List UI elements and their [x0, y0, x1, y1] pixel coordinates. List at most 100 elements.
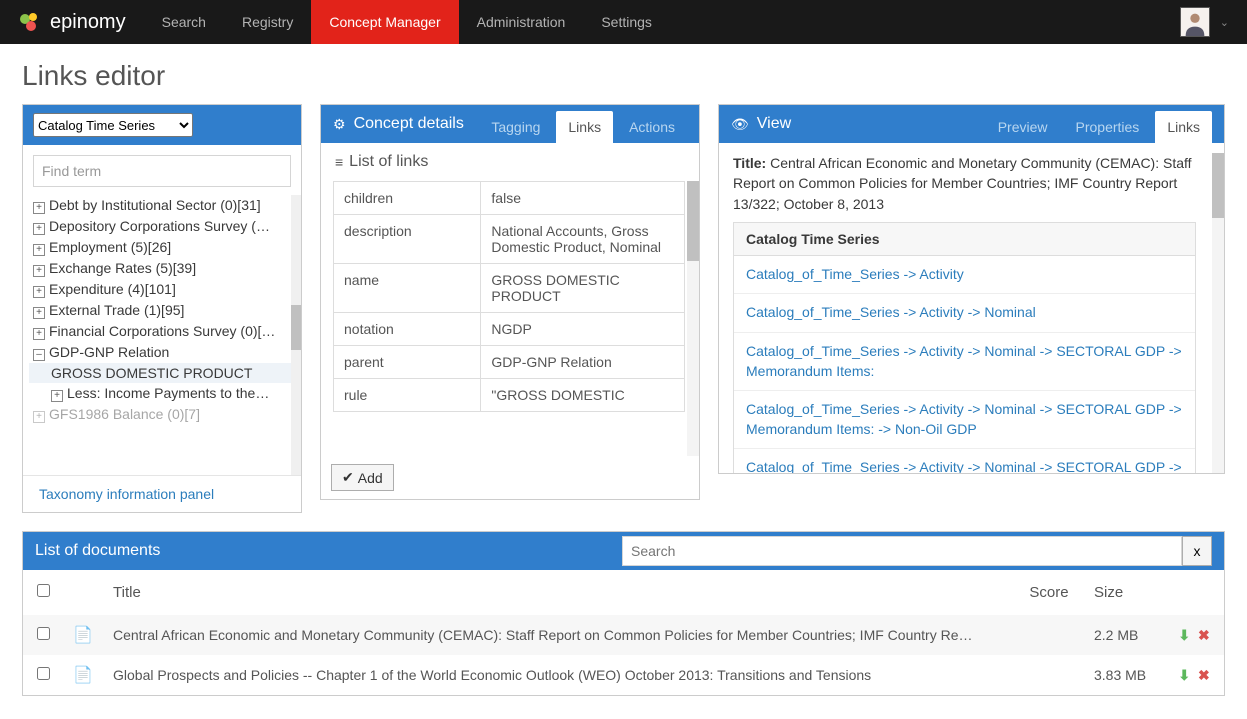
nav-settings[interactable]: Settings	[583, 0, 670, 44]
tab-tagging[interactable]: Tagging	[479, 111, 552, 143]
brand-name: epinomy	[50, 11, 126, 34]
page-title: Links editor	[0, 44, 1247, 104]
details-tabs: Tagging Links Actions	[479, 111, 687, 143]
documents-search-clear-button[interactable]: x	[1182, 536, 1212, 566]
document-row: 📄 Global Prospects and Policies -- Chapt…	[23, 655, 1224, 695]
taxonomy-tree-panel: Catalog Time Series +Debt by Institution…	[22, 104, 302, 513]
tree-node[interactable]: +Expenditure (4)[101]	[29, 279, 295, 300]
document-size: 2.2 MB	[1084, 615, 1164, 655]
tree-scrollbar-thumb[interactable]	[291, 305, 301, 350]
concept-details-header: ⚙ Concept details Tagging Links Actions	[321, 105, 699, 143]
catalog-link[interactable]: Catalog_of_Time_Series -> Activity -> No…	[734, 449, 1195, 473]
tree-node[interactable]: +Financial Corporations Survey (0)[…	[29, 321, 295, 342]
gear-icon: ⚙	[333, 116, 346, 133]
taxonomy-tree: +Debt by Institutional Sector (0)[31] +D…	[23, 195, 301, 475]
catalog-header: Catalog Time Series	[734, 223, 1195, 256]
nav-search[interactable]: Search	[144, 0, 224, 44]
tree-search-input[interactable]	[33, 155, 291, 187]
pdf-icon: 📄	[73, 627, 93, 644]
documents-search: x	[622, 536, 1212, 566]
expand-icon[interactable]: +	[33, 286, 45, 298]
user-menu[interactable]: ⌄	[1172, 0, 1247, 44]
nav-registry[interactable]: Registry	[224, 0, 311, 44]
table-row: descriptionNational Accounts, Gross Dome…	[334, 215, 685, 264]
tree-node[interactable]: +Depository Corporations Survey (…	[29, 216, 295, 237]
delete-icon[interactable]: ✖	[1198, 667, 1210, 683]
taxonomy-select[interactable]: Catalog Time Series	[33, 113, 193, 137]
tab-links[interactable]: Links	[556, 111, 613, 143]
tree-node[interactable]: +Exchange Rates (5)[39]	[29, 258, 295, 279]
add-button[interactable]: ✔ Add	[331, 464, 394, 491]
catalog-link[interactable]: Catalog_of_Time_Series -> Activity -> No…	[734, 294, 1195, 333]
nav-concept-manager[interactable]: Concept Manager	[311, 0, 458, 44]
tab-properties[interactable]: Properties	[1064, 111, 1152, 143]
view-scrollbar-thumb[interactable]	[1212, 153, 1224, 218]
delete-icon[interactable]: ✖	[1198, 627, 1210, 643]
brand[interactable]: epinomy	[0, 0, 144, 44]
catalog-link[interactable]: Catalog_of_Time_Series -> Activity -> No…	[734, 391, 1195, 449]
chevron-down-icon: ⌄	[1220, 16, 1229, 29]
nav-administration[interactable]: Administration	[459, 0, 584, 44]
table-row: rule"GROSS DOMESTIC	[334, 379, 685, 412]
tree-node[interactable]: +External Trade (1)[95]	[29, 300, 295, 321]
tree-node[interactable]: +Employment (5)[26]	[29, 237, 295, 258]
document-row: 📄 Central African Economic and Monetary …	[23, 615, 1224, 655]
documents-search-input[interactable]	[622, 536, 1182, 566]
catalog-box: Catalog Time Series Catalog_of_Time_Seri…	[733, 222, 1196, 473]
expand-icon[interactable]: +	[33, 307, 45, 319]
col-size: Size	[1084, 570, 1164, 615]
col-score: Score	[1014, 570, 1084, 615]
view-panel: 👁 View Preview Properties Links Title: C…	[718, 104, 1225, 474]
table-row: nameGROSS DOMESTIC PRODUCT	[334, 264, 685, 313]
view-body: Title: Central African Economic and Mone…	[719, 143, 1224, 473]
tab-view-links[interactable]: Links	[1155, 111, 1212, 143]
table-row: parentGDP-GNP Relation	[334, 346, 685, 379]
tree-header: Catalog Time Series	[23, 105, 301, 145]
details-scrollbar-thumb[interactable]	[687, 181, 699, 261]
view-header: 👁 View Preview Properties Links	[719, 105, 1224, 143]
tree-node[interactable]: –GDP-GNP Relation	[29, 342, 295, 363]
tab-preview[interactable]: Preview	[986, 111, 1060, 143]
download-icon[interactable]: ⬇	[1178, 667, 1190, 683]
table-row: childrenfalse	[334, 182, 685, 215]
select-all-checkbox[interactable]	[37, 584, 50, 597]
document-title[interactable]: Global Prospects and Policies -- Chapter…	[113, 667, 973, 683]
avatar	[1180, 7, 1210, 37]
add-row: ✔ Add	[321, 456, 699, 499]
brand-logo-icon	[18, 10, 42, 34]
tab-actions[interactable]: Actions	[617, 111, 687, 143]
document-score	[1014, 655, 1084, 695]
tree-node[interactable]: +Less: Income Payments to the…	[29, 383, 295, 404]
document-score	[1014, 615, 1084, 655]
catalog-link[interactable]: Catalog_of_Time_Series -> Activity -> No…	[734, 333, 1195, 391]
list-of-links-header: ≡ List of links	[321, 143, 699, 181]
download-icon[interactable]: ⬇	[1178, 627, 1190, 643]
expand-icon[interactable]: +	[33, 202, 45, 214]
row-checkbox[interactable]	[37, 667, 50, 680]
expand-icon[interactable]: +	[51, 390, 63, 402]
check-icon: ✔	[342, 469, 354, 486]
taxonomy-info-link-row: Taxonomy information panel	[23, 475, 301, 512]
expand-icon[interactable]: +	[33, 265, 45, 277]
concept-details-panel: ⚙ Concept details Tagging Links Actions …	[320, 104, 700, 500]
tree-node-selected[interactable]: GROSS DOMESTIC PRODUCT	[29, 363, 295, 383]
document-title[interactable]: Central African Economic and Monetary Co…	[113, 627, 973, 643]
collapse-icon[interactable]: –	[33, 349, 45, 361]
expand-icon[interactable]: +	[33, 411, 45, 423]
tree-search	[33, 155, 291, 187]
table-header-row: Title Score Size	[23, 570, 1224, 615]
tree-node[interactable]: +GFS1986 Balance (0)[7]	[29, 404, 295, 425]
catalog-link[interactable]: Catalog_of_Time_Series -> Activity	[734, 256, 1195, 295]
row-checkbox[interactable]	[37, 627, 50, 640]
main-nav: Search Registry Concept Manager Administ…	[144, 0, 670, 44]
documents-header: List of documents x	[23, 532, 1224, 570]
expand-icon[interactable]: +	[33, 244, 45, 256]
taxonomy-info-link[interactable]: Taxonomy information panel	[39, 486, 214, 502]
documents-panel: List of documents x Title Score Size 📄 C…	[22, 531, 1225, 696]
document-size: 3.83 MB	[1084, 655, 1164, 695]
expand-icon[interactable]: +	[33, 223, 45, 235]
col-title: Title	[103, 570, 1014, 615]
tree-node[interactable]: +Debt by Institutional Sector (0)[31]	[29, 195, 295, 216]
expand-icon[interactable]: +	[33, 328, 45, 340]
table-row: notationNGDP	[334, 313, 685, 346]
